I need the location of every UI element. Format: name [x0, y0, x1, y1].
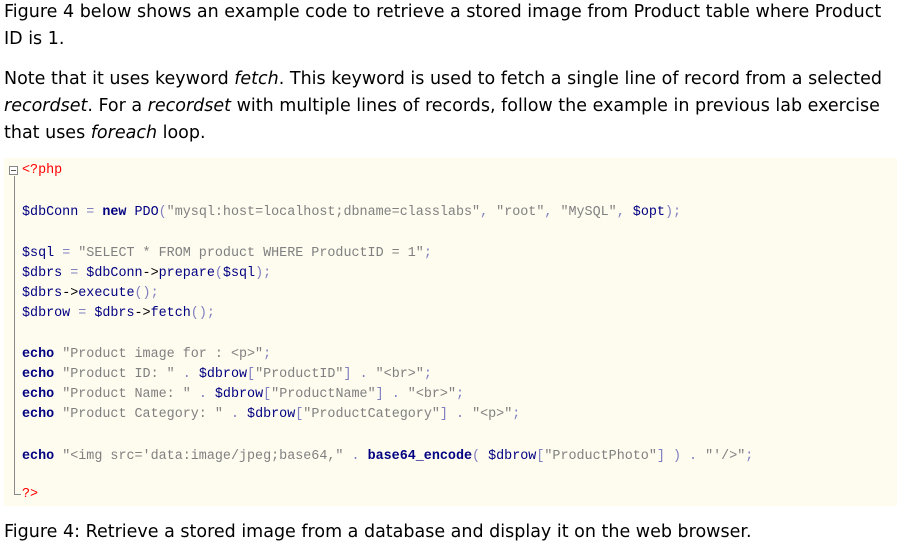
code-line: echo "<img src='data:image/jpeg;base64,"… — [22, 449, 754, 464]
code-line: echo "Product Name: " . $dbrow["ProductN… — [22, 387, 465, 402]
keyword-recordset: recordset — [147, 96, 232, 116]
code-line: $dbrs->execute(); — [22, 286, 159, 301]
note-text: loop. — [157, 123, 206, 143]
fold-collapse-icon[interactable] — [9, 166, 18, 175]
intro-paragraph: Figure 4 below shows an example code to … — [4, 2, 882, 49]
code-line-php-open: <?php — [22, 163, 63, 178]
code-line: echo "Product ID: " . $dbrow["ProductID"… — [22, 367, 432, 382]
note-text: . This keyword is used to fetch a single… — [278, 69, 882, 89]
code-block: <?php $dbConn = new PDO("mysql:host=loca… — [4, 158, 897, 506]
note-paragraph: Note that it uses keyword fetch. This ke… — [4, 66, 890, 147]
fold-guide-line — [14, 176, 15, 494]
code-line: echo "Product image for : <p>"; — [22, 347, 272, 362]
keyword-fetch: fetch — [234, 69, 279, 89]
keyword-foreach: foreach — [90, 123, 158, 143]
code-line-php-close: ?> — [22, 487, 39, 502]
code-line: echo "Product Category: " . $dbrow["Prod… — [22, 407, 521, 422]
keyword-recordset: recordset — [4, 96, 88, 116]
code-line: $dbrs = $dbConn->prepare($sql); — [22, 266, 272, 281]
code-line: $dbrow = $dbrs->fetch(); — [22, 306, 215, 321]
code-line: $dbConn = new PDO("mysql:host=localhost;… — [22, 205, 682, 220]
note-text: . For a — [87, 96, 148, 116]
code-line: $sql = "SELECT * FROM product WHERE Prod… — [22, 246, 432, 261]
figure-caption: Figure 4: Retrieve a stored image from a… — [4, 522, 752, 542]
fold-guide-end — [14, 494, 21, 495]
note-text: Note that it uses keyword — [4, 69, 235, 89]
